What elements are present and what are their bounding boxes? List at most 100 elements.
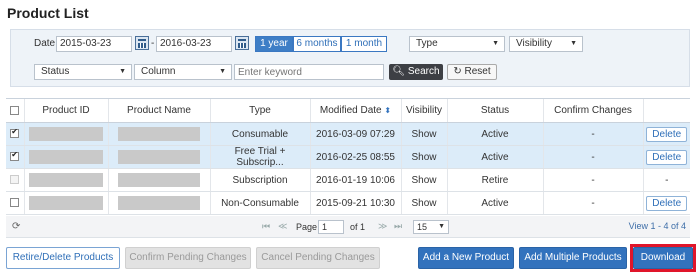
status-cell: Active (446, 191, 543, 215)
header-type[interactable]: Type (209, 98, 310, 123)
type-select-label: Type (416, 38, 438, 49)
calendar-icon[interactable] (135, 36, 149, 50)
delete-button[interactable]: Delete (646, 126, 688, 142)
product-name-cell (107, 122, 210, 146)
page-input[interactable]: 1 (318, 220, 344, 234)
chevron-down-icon: ▼ (219, 68, 226, 75)
product-name-cell (107, 191, 210, 215)
product-id-cell (23, 168, 108, 192)
row-checkbox (10, 175, 20, 185)
row-checkbox[interactable] (10, 127, 20, 139)
chevron-down-icon: ▼ (119, 68, 126, 75)
table-row[interactable]: Consumable 2016-03-09 07:29 Show Active … (6, 122, 690, 146)
select-all-cell[interactable] (6, 98, 24, 123)
range-6-months[interactable]: 6 months (293, 36, 341, 52)
keyword-input[interactable] (234, 64, 384, 80)
filter-panel: Date 2015-03-23 - 2016-03-23 1 year 6 mo… (10, 29, 690, 87)
table-header-row: Product ID Product Name Type Modified Da… (6, 98, 690, 123)
status-cell: Active (446, 122, 543, 146)
date-to-input[interactable]: 2016-03-23 (156, 36, 232, 52)
visibility-select-label: Visibility (516, 38, 552, 49)
action-cell: Delete (642, 122, 690, 146)
product-id-cell (23, 191, 108, 215)
page-title: Product List (7, 5, 89, 21)
header-modified-date[interactable]: Modified Date ⬍ (309, 98, 401, 123)
product-id-cell (23, 145, 108, 169)
visibility-cell: Show (400, 145, 447, 169)
modified-date-cell: 2016-03-09 07:29 (309, 122, 401, 146)
modified-date-cell: 2016-02-25 08:55 (309, 145, 401, 169)
reset-button-label: Reset (464, 66, 491, 77)
redacted-product-name (118, 173, 200, 187)
row-checkbox-cell[interactable] (6, 191, 24, 215)
chevron-down-icon: ▼ (438, 223, 445, 230)
retire-delete-products-button[interactable]: Retire/Delete Products (6, 247, 120, 269)
chevron-down-icon: ▼ (492, 40, 499, 47)
status-select-label: Status (41, 66, 70, 77)
add-multiple-products-button[interactable]: Add Multiple Products (519, 247, 627, 269)
search-button[interactable]: 🔍︎ Search (389, 64, 443, 80)
range-1-month[interactable]: 1 month (341, 36, 387, 52)
select-all-checkbox[interactable] (10, 105, 20, 115)
range-1-year[interactable]: 1 year (255, 36, 293, 52)
confirm-changes-cell: - (542, 145, 643, 169)
type-cell: Subscription (209, 168, 310, 192)
row-checkbox[interactable] (10, 150, 20, 162)
redacted-product-name (118, 150, 200, 164)
row-checkbox-cell[interactable] (6, 145, 24, 169)
confirm-changes-cell: - (542, 122, 643, 146)
action-cell: Delete (642, 191, 690, 215)
redacted-product-id (29, 196, 103, 210)
table-row[interactable]: Free Trial + Subscrip... 2016-02-25 08:5… (6, 145, 690, 169)
header-actions (642, 98, 690, 123)
sort-icon: ⬍ (384, 106, 392, 115)
product-id-cell (23, 122, 108, 146)
next-page-icon[interactable]: ≫ (378, 221, 387, 232)
modified-date-cell: 2015-09-21 10:30 (309, 191, 401, 215)
header-product-name[interactable]: Product Name (107, 98, 210, 123)
table-row[interactable]: Subscription 2016-01-19 10:06 Show Retir… (6, 168, 690, 192)
table-row[interactable]: Non-Consumable 2015-09-21 10:30 Show Act… (6, 191, 690, 215)
header-product-id[interactable]: Product ID (23, 98, 108, 123)
visibility-cell: Show (400, 168, 447, 192)
calendar-icon[interactable] (235, 36, 249, 50)
type-select[interactable]: Type ▼ (409, 36, 505, 52)
status-select[interactable]: Status ▼ (34, 64, 132, 80)
row-checkbox[interactable] (10, 198, 20, 208)
page-label: Page (296, 222, 318, 232)
type-cell: Non-Consumable (209, 191, 310, 215)
refresh-icon[interactable]: ⟳ (12, 221, 20, 232)
search-button-label: Search (407, 66, 440, 77)
redacted-product-id (29, 127, 103, 141)
reset-button[interactable]: ↻ Reset (447, 64, 497, 80)
date-label: Date (34, 38, 56, 49)
last-page-icon[interactable]: ⏭︎ (394, 221, 402, 232)
page-size-select[interactable]: 15 ▼ (413, 220, 449, 234)
visibility-select[interactable]: Visibility ▼ (509, 36, 583, 52)
header-confirm-changes[interactable]: Confirm Changes (542, 98, 643, 123)
redacted-product-name (118, 196, 200, 210)
delete-button[interactable]: Delete (646, 149, 688, 165)
confirm-changes-cell: - (542, 191, 643, 215)
column-select-label: Column (141, 66, 176, 77)
date-separator: - (151, 38, 155, 49)
pager-bar: ⟳ ⏮︎ ≪ Page 1 of 1 ≫ ⏭︎ 15 ▼ View 1 - 4 … (6, 216, 690, 238)
prev-page-icon[interactable]: ≪ (278, 221, 287, 232)
action-cell: - (642, 168, 690, 192)
row-checkbox-cell[interactable] (6, 122, 24, 146)
column-select[interactable]: Column ▼ (134, 64, 232, 80)
header-visibility[interactable]: Visibility (400, 98, 447, 123)
type-cell: Free Trial + Subscrip... (209, 145, 310, 169)
redacted-product-id (29, 173, 103, 187)
add-new-product-button[interactable]: Add a New Product (418, 247, 514, 269)
download-highlight-box (630, 244, 696, 272)
row-checkbox-cell (6, 168, 24, 192)
redacted-product-name (118, 127, 200, 141)
product-name-cell (107, 145, 210, 169)
header-status[interactable]: Status (446, 98, 543, 123)
visibility-cell: Show (400, 122, 447, 146)
status-cell: Active (446, 145, 543, 169)
delete-button[interactable]: Delete (646, 195, 688, 211)
date-from-input[interactable]: 2015-03-23 (56, 36, 132, 52)
first-page-icon[interactable]: ⏮︎ (262, 221, 270, 232)
